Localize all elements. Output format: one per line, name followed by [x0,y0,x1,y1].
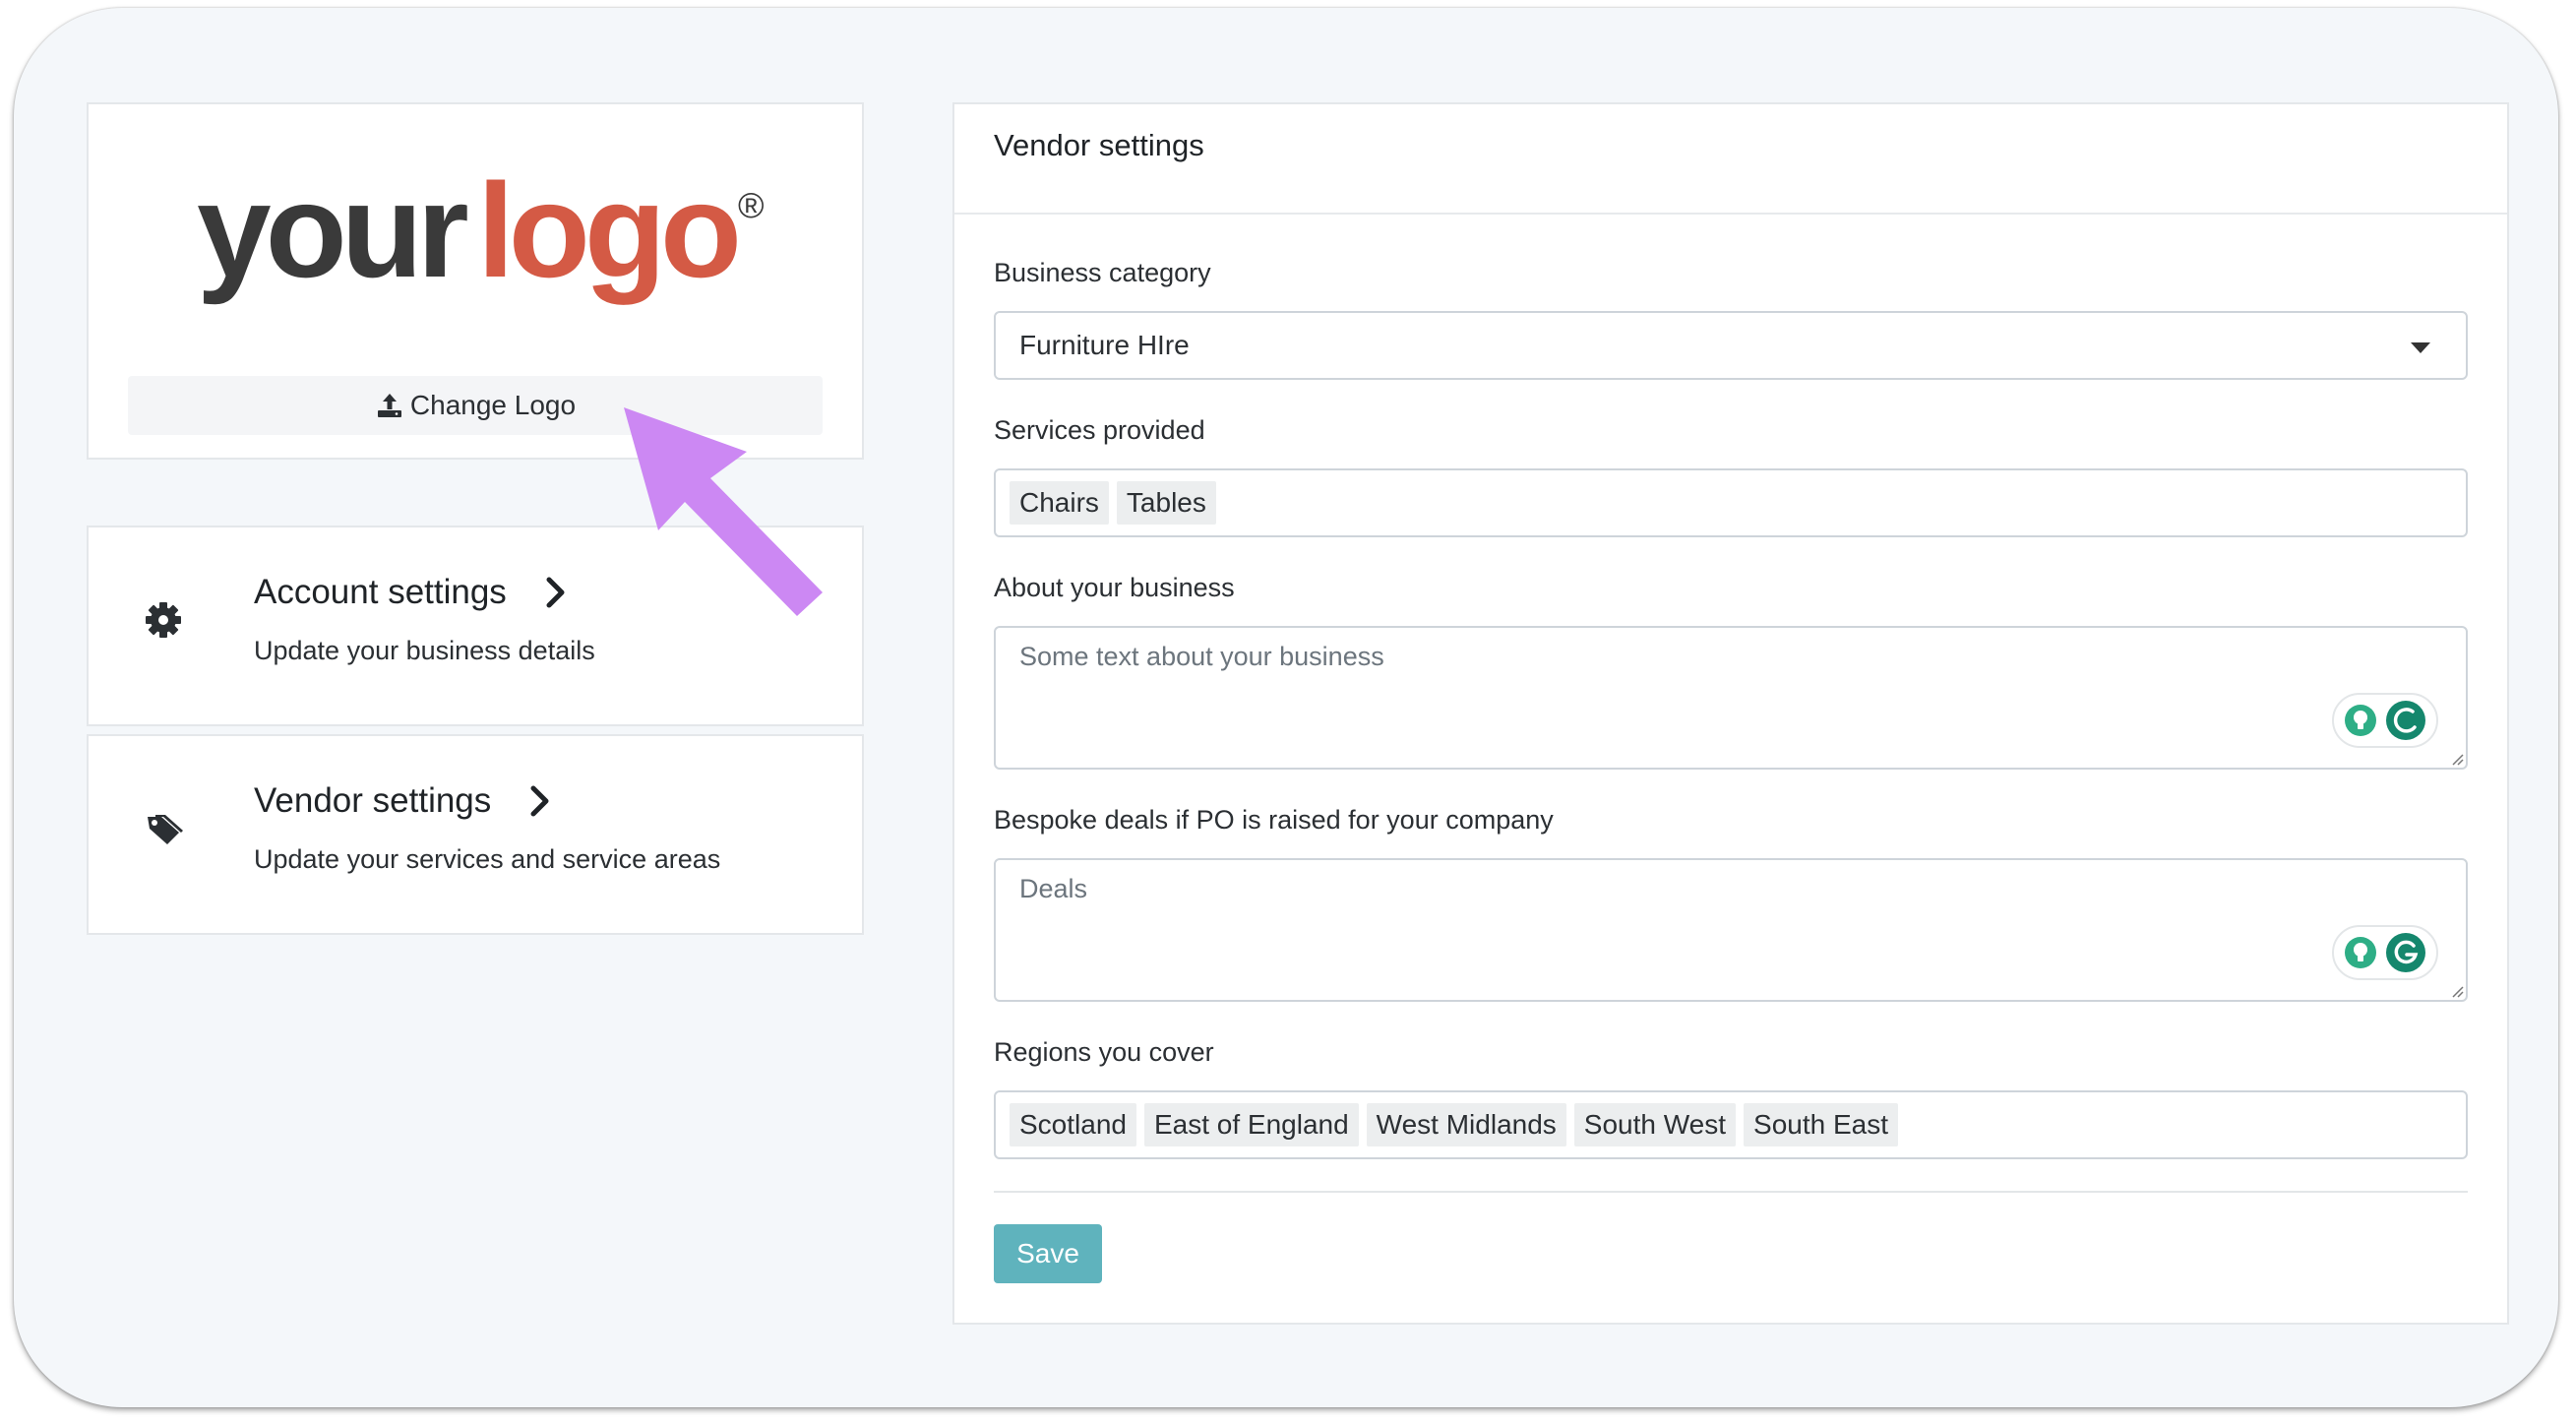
svg-text:logo: logo [477,158,737,305]
business-category-label: Business category [994,258,1211,287]
service-tag[interactable]: Tables [1116,481,1216,525]
account-settings-label: Account settings [254,573,507,611]
account-settings-subtitle: Update your business details [254,636,595,665]
about-business-placeholder: Some text about your business [1019,642,1384,671]
chevron-right-icon [528,784,552,818]
change-logo-label: Change Logo [409,390,577,420]
vendor-settings-subtitle: Update your services and service areas [254,844,721,874]
service-tag[interactable]: Chairs [1010,481,1109,525]
annotation-arrow-icon [624,407,823,616]
business-category-value: Furniture HIre [1019,330,1190,360]
grammarly-widget[interactable] [2332,925,2438,980]
region-tag[interactable]: West Midlands [1366,1103,1566,1146]
grammarly-widget[interactable] [2332,693,2438,748]
company-logo: your logo ® [197,155,767,326]
vendor-settings-label: Vendor settings [254,781,492,820]
vendor-settings-form: Vendor settings Business category Furnit… [952,102,2509,1325]
caret-down-icon [2411,342,2430,353]
form-divider [994,1191,2468,1193]
vendor-settings-card[interactable]: Vendor settings Update your services and… [87,734,864,935]
services-provided-label: Services provided [994,415,1205,445]
services-provided-input[interactable]: Chairs Tables [994,468,2468,537]
resize-handle-icon[interactable] [2450,984,2464,998]
svg-text:your: your [197,158,467,305]
tags-icon [142,807,185,850]
bespoke-deals-textarea[interactable]: Deals [994,858,2468,1002]
upload-icon [375,391,404,420]
resize-handle-icon[interactable] [2450,752,2464,766]
region-tag[interactable]: South East [1744,1103,1898,1146]
bespoke-deals-placeholder: Deals [1019,874,1088,903]
lightbulb-icon[interactable] [2344,936,2377,969]
chevron-right-icon [544,576,568,609]
region-tag[interactable]: East of England [1143,1103,1359,1146]
business-category-select[interactable]: Furniture HIre [994,311,2468,380]
vendor-settings-title: Vendor settings [254,781,552,821]
account-settings-title: Account settings [254,573,568,612]
save-button[interactable]: Save [994,1224,1102,1283]
regions-input[interactable]: Scotland East of England West Midlands S… [994,1090,2468,1159]
region-tag[interactable]: South West [1573,1103,1737,1146]
grammarly-g-icon[interactable] [2385,932,2426,973]
bespoke-deals-label: Bespoke deals if PO is raised for your c… [994,805,1554,835]
lightbulb-icon[interactable] [2344,704,2377,737]
region-tag[interactable]: Scotland [1010,1103,1136,1146]
regions-label: Regions you cover [994,1037,1214,1067]
window-frame: your logo ® Change Logo Account settings… [14,8,2558,1407]
form-header: Vendor settings [954,104,2507,215]
svg-text:®: ® [738,185,765,225]
grammarly-loading-icon[interactable] [2385,700,2426,741]
about-business-textarea[interactable]: Some text about your business [994,626,2468,770]
form-title: Vendor settings [994,128,1204,162]
gear-icon [142,598,185,642]
about-business-label: About your business [994,573,1235,602]
